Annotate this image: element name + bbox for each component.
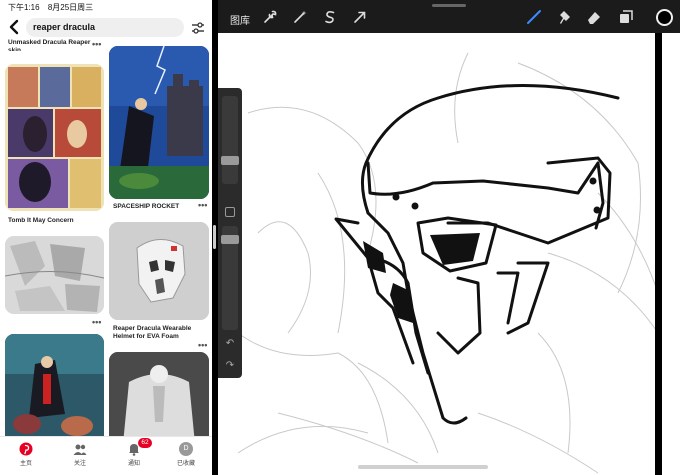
- notification-badge: 62: [138, 438, 152, 448]
- split-view-handle[interactable]: [213, 225, 216, 249]
- wrench-icon[interactable]: [262, 9, 278, 25]
- brush-size-slider[interactable]: [222, 96, 238, 184]
- layers-icon[interactable]: [618, 9, 634, 25]
- search-row: reaper dracula: [0, 14, 212, 40]
- tab-saved-label: 已收藏: [176, 461, 195, 467]
- tab-following-label: 关注: [73, 461, 86, 467]
- modify-button[interactable]: [225, 207, 235, 217]
- pin-image-sketch[interactable]: [5, 236, 104, 314]
- pinterest-logo-icon: [19, 442, 33, 456]
- color-picker-button[interactable]: [656, 9, 673, 26]
- comic-art: [5, 64, 104, 211]
- brush-icon[interactable]: [526, 9, 542, 25]
- pin-caption[interactable]: Unmasked Dracula Reaper skin: [8, 39, 92, 51]
- pin-image-helmet[interactable]: [109, 222, 209, 320]
- gallery-button[interactable]: 图库: [230, 12, 250, 27]
- selection-s-icon[interactable]: [322, 9, 338, 25]
- pin-caption[interactable]: Reaper Dracula Wearable Helmet for EVA F…: [113, 325, 207, 340]
- castle-art: [109, 46, 209, 199]
- tab-notifications-label: 通知: [127, 461, 140, 467]
- back-arrow-icon[interactable]: [6, 18, 22, 36]
- pin-image-statue[interactable]: [109, 352, 209, 444]
- pin-caption[interactable]: SPACESHIP ROCKET: [113, 203, 203, 211]
- procreate-app: 图库 ↶ ↷: [218, 0, 680, 475]
- opacity-thumb[interactable]: [221, 235, 239, 244]
- canvas-edge: [655, 33, 662, 475]
- pin-menu-button[interactable]: •••: [92, 317, 101, 327]
- people-icon: [73, 444, 87, 455]
- undo-icon[interactable]: ↶: [224, 338, 236, 349]
- tab-saved[interactable]: D 已收藏: [166, 442, 206, 467]
- pin-image-comic-page[interactable]: [5, 64, 104, 211]
- pinterest-app: 下午1:16 8月25日周三 reaper dracula Unmasked D…: [0, 0, 212, 475]
- eraser-icon[interactable]: [586, 9, 602, 25]
- search-input[interactable]: reaper dracula: [26, 18, 184, 37]
- tab-home[interactable]: 主页: [6, 442, 46, 467]
- profile-avatar: D: [179, 442, 193, 456]
- transform-arrow-icon[interactable]: [352, 9, 368, 25]
- status-bar: 下午1:16 8月25日周三: [8, 2, 93, 13]
- brush-size-thumb[interactable]: [221, 156, 239, 165]
- pin-image-dracula-castle[interactable]: [109, 46, 209, 199]
- top-toolbar: 图库: [218, 0, 680, 33]
- drawing-canvas[interactable]: [218, 33, 680, 475]
- pin-menu-button[interactable]: •••: [92, 39, 101, 49]
- home-indicator: [358, 465, 488, 469]
- pin-image-dracula-illustration[interactable]: [5, 334, 104, 444]
- pin-menu-button[interactable]: •••: [198, 200, 207, 210]
- tab-following[interactable]: 关注: [60, 442, 100, 467]
- pin-menu-button[interactable]: •••: [198, 340, 207, 350]
- magic-wand-icon[interactable]: [292, 9, 308, 25]
- side-toolbar: ↶ ↷: [218, 88, 242, 378]
- redo-icon[interactable]: ↷: [224, 360, 236, 371]
- helmet-art: [109, 222, 209, 320]
- status-time: 下午1:16: [8, 3, 40, 12]
- status-date: 8月25日周三: [47, 3, 94, 12]
- statue-art: [109, 352, 209, 444]
- filter-icon[interactable]: [190, 20, 206, 36]
- dracula-art: [5, 334, 104, 444]
- top-grab-handle[interactable]: [432, 4, 466, 7]
- avatar-letter: D: [183, 445, 189, 452]
- pin-caption[interactable]: Tomb It May Concern: [8, 217, 98, 225]
- search-query: reaper dracula: [33, 22, 96, 32]
- bottom-tab-bar: 主页 关注 通知 D 已收藏: [0, 436, 212, 475]
- tab-home-label: 主页: [19, 461, 32, 467]
- smudge-icon[interactable]: [556, 9, 572, 25]
- sketch-art: [5, 236, 104, 314]
